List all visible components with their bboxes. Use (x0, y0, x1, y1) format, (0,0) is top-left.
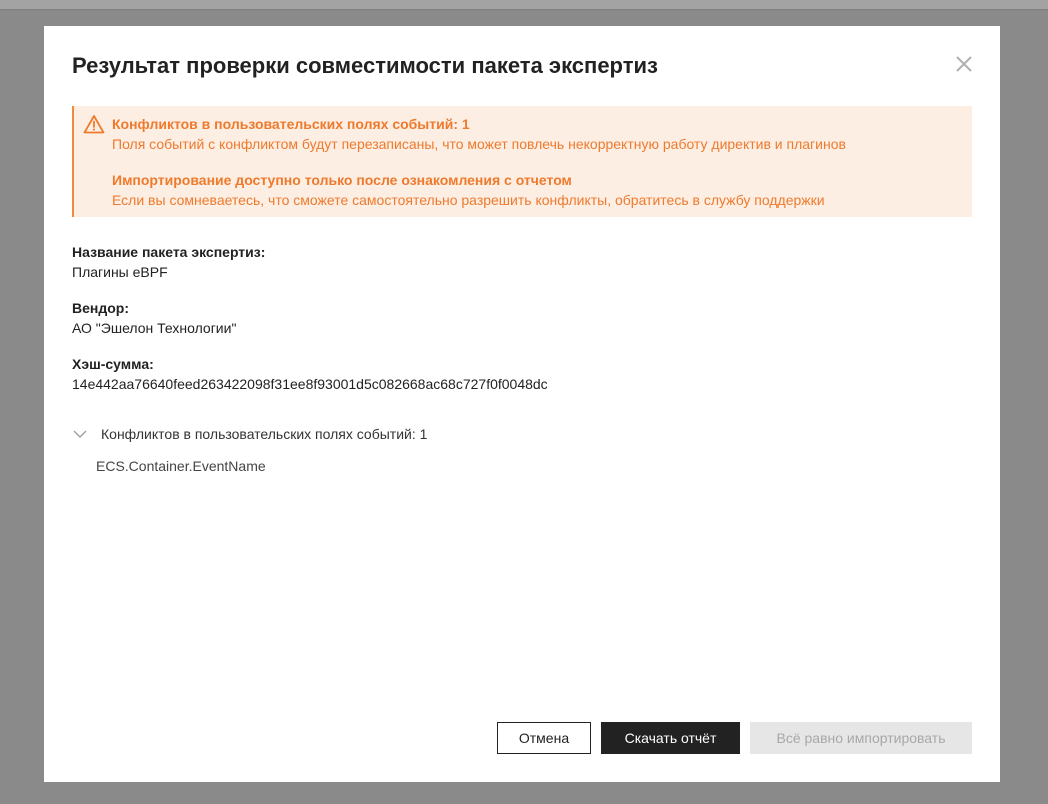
alert-conflicts-block: Конфликтов в пользовательских полях собы… (112, 114, 846, 154)
alert-import-block: Импортирование доступно только после озн… (112, 170, 825, 210)
conflicts-header-label: Конфликтов в пользовательских полях собы… (101, 426, 428, 442)
alert-conflicts-title: Конфликтов в пользовательских полях собы… (112, 116, 470, 132)
close-icon (956, 56, 972, 72)
warning-triangle-icon (83, 114, 105, 134)
warning-alert: Конфликтов в пользовательских полях собы… (72, 106, 972, 217)
vendor-label: Вендор: (72, 300, 130, 316)
hash-field: Хэш-сумма: 14e442aa76640feed263422098f31… (72, 354, 548, 394)
compatibility-result-dialog: Результат проверки совместимости пакета … (44, 26, 1000, 782)
package-name-label: Название пакета экспертиз: (72, 244, 266, 260)
vendor-field: Вендор: АО "Эшелон Технологии" (72, 298, 236, 338)
dialog-title: Результат проверки совместимости пакета … (72, 53, 658, 78)
alert-conflicts-text: Поля событий с конфликтом будут перезапи… (112, 136, 846, 152)
background-overlay-strip (0, 0, 1048, 10)
download-report-button[interactable]: Скачать отчёт (601, 722, 740, 754)
vendor-value: АО "Эшелон Технологии" (72, 320, 237, 336)
hash-label: Хэш-сумма: (72, 356, 154, 372)
cancel-button[interactable]: Отмена (497, 722, 591, 754)
alert-import-text: Если вы сомневаетесь, что сможете самост… (112, 192, 825, 208)
package-name-value: Плагины eBPF (72, 264, 168, 280)
conflicts-collapse-toggle[interactable]: Конфликтов в пользовательских полях собы… (72, 424, 427, 444)
import-anyway-button[interactable]: Всё равно импортировать (750, 722, 972, 754)
chevron-down-icon (73, 430, 87, 438)
package-name-field: Название пакета экспертиз: Плагины eBPF (72, 242, 265, 282)
close-button[interactable] (954, 54, 974, 74)
conflict-field-item: ECS.Container.EventName (96, 458, 266, 474)
alert-import-title: Импортирование доступно только после озн… (112, 172, 572, 188)
hash-value: 14e442aa76640feed263422098f31ee8f93001d5… (72, 376, 548, 392)
